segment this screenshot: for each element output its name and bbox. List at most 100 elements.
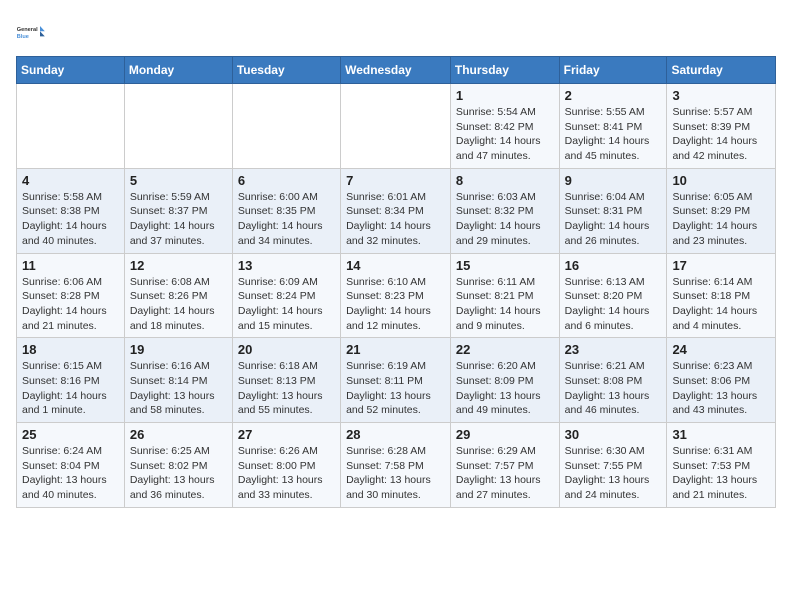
day-info: Sunrise: 6:05 AM Sunset: 8:29 PM Dayligh… (672, 190, 770, 249)
day-number: 9 (565, 173, 662, 188)
calendar-header-row: SundayMondayTuesdayWednesdayThursdayFrid… (17, 57, 776, 84)
calendar-cell: 25 Sunrise: 6:24 AM Sunset: 8:04 PM Dayli… (17, 423, 125, 508)
day-number: 4 (22, 173, 119, 188)
day-number: 11 (22, 258, 119, 273)
calendar-cell: 22 Sunrise: 6:20 AM Sunset: 8:09 PM Dayli… (450, 338, 559, 423)
day-number: 27 (238, 427, 335, 442)
header: GeneralBlue (16, 16, 776, 48)
day-info: Sunrise: 6:08 AM Sunset: 8:26 PM Dayligh… (130, 275, 227, 334)
day-info: Sunrise: 6:20 AM Sunset: 8:09 PM Dayligh… (456, 359, 554, 418)
calendar-cell: 18 Sunrise: 6:15 AM Sunset: 8:16 PM Dayli… (17, 338, 125, 423)
day-number: 29 (456, 427, 554, 442)
day-info: Sunrise: 6:00 AM Sunset: 8:35 PM Dayligh… (238, 190, 335, 249)
header-saturday: Saturday (667, 57, 776, 84)
day-info: Sunrise: 5:58 AM Sunset: 8:38 PM Dayligh… (22, 190, 119, 249)
day-info: Sunrise: 6:19 AM Sunset: 8:11 PM Dayligh… (346, 359, 445, 418)
header-friday: Friday (559, 57, 667, 84)
day-info: Sunrise: 6:01 AM Sunset: 8:34 PM Dayligh… (346, 190, 445, 249)
day-number: 16 (565, 258, 662, 273)
header-monday: Monday (124, 57, 232, 84)
day-info: Sunrise: 6:31 AM Sunset: 7:53 PM Dayligh… (672, 444, 770, 503)
calendar-cell: 3Sunrise: 5:57 AM Sunset: 8:39 PM Daylig… (667, 84, 776, 169)
day-info: Sunrise: 6:30 AM Sunset: 7:55 PM Dayligh… (565, 444, 662, 503)
header-wednesday: Wednesday (341, 57, 451, 84)
calendar-cell: 31 Sunrise: 6:31 AM Sunset: 7:53 PM Dayli… (667, 423, 776, 508)
day-number: 19 (130, 342, 227, 357)
day-number: 6 (238, 173, 335, 188)
day-info: Sunrise: 6:15 AM Sunset: 8:16 PM Dayligh… (22, 359, 119, 418)
day-number: 22 (456, 342, 554, 357)
day-info: Sunrise: 6:26 AM Sunset: 8:00 PM Dayligh… (238, 444, 335, 503)
calendar-cell: 23Sunrise: 6:21 AM Sunset: 8:08 PM Dayli… (559, 338, 667, 423)
header-thursday: Thursday (450, 57, 559, 84)
calendar-cell: 9 Sunrise: 6:04 AM Sunset: 8:31 PM Daylig… (559, 168, 667, 253)
calendar-cell: 20 Sunrise: 6:18 AM Sunset: 8:13 PM Dayli… (232, 338, 340, 423)
calendar-cell: 1Sunrise: 5:54 AM Sunset: 8:42 PM Daylig… (450, 84, 559, 169)
calendar-cell: 4 Sunrise: 5:58 AM Sunset: 8:38 PM Daylig… (17, 168, 125, 253)
day-info: Sunrise: 6:29 AM Sunset: 7:57 PM Dayligh… (456, 444, 554, 503)
day-number: 12 (130, 258, 227, 273)
day-number: 28 (346, 427, 445, 442)
day-number: 26 (130, 427, 227, 442)
calendar-week-row: 11 Sunrise: 6:06 AM Sunset: 8:28 PM Dayli… (17, 253, 776, 338)
day-number: 3 (672, 88, 770, 103)
calendar-week-row: 4 Sunrise: 5:58 AM Sunset: 8:38 PM Daylig… (17, 168, 776, 253)
calendar-cell: 11 Sunrise: 6:06 AM Sunset: 8:28 PM Dayli… (17, 253, 125, 338)
calendar-cell: 19 Sunrise: 6:16 AM Sunset: 8:14 PM Dayli… (124, 338, 232, 423)
day-number: 10 (672, 173, 770, 188)
day-info: Sunrise: 6:04 AM Sunset: 8:31 PM Dayligh… (565, 190, 662, 249)
calendar-cell: 24 Sunrise: 6:23 AM Sunset: 8:06 PM Dayli… (667, 338, 776, 423)
svg-text:General: General (17, 27, 38, 33)
calendar-cell (341, 84, 451, 169)
calendar-week-row: 25 Sunrise: 6:24 AM Sunset: 8:04 PM Dayli… (17, 423, 776, 508)
calendar-week-row: 18 Sunrise: 6:15 AM Sunset: 8:16 PM Dayli… (17, 338, 776, 423)
calendar-cell: 26 Sunrise: 6:25 AM Sunset: 8:02 PM Dayli… (124, 423, 232, 508)
calendar-cell: 16 Sunrise: 6:13 AM Sunset: 8:20 PM Dayli… (559, 253, 667, 338)
day-info: Sunrise: 6:11 AM Sunset: 8:21 PM Dayligh… (456, 275, 554, 334)
calendar-cell (17, 84, 125, 169)
calendar-cell: 2Sunrise: 5:55 AM Sunset: 8:41 PM Daylig… (559, 84, 667, 169)
logo: GeneralBlue (16, 16, 48, 48)
day-info: Sunrise: 6:28 AM Sunset: 7:58 PM Dayligh… (346, 444, 445, 503)
calendar-cell: 5Sunrise: 5:59 AM Sunset: 8:37 PM Daylig… (124, 168, 232, 253)
day-number: 31 (672, 427, 770, 442)
day-info: Sunrise: 6:18 AM Sunset: 8:13 PM Dayligh… (238, 359, 335, 418)
day-info: Sunrise: 6:24 AM Sunset: 8:04 PM Dayligh… (22, 444, 119, 503)
day-number: 25 (22, 427, 119, 442)
logo-icon: GeneralBlue (16, 16, 48, 48)
calendar-cell (232, 84, 340, 169)
calendar-cell: 21Sunrise: 6:19 AM Sunset: 8:11 PM Dayli… (341, 338, 451, 423)
day-info: Sunrise: 6:23 AM Sunset: 8:06 PM Dayligh… (672, 359, 770, 418)
day-info: Sunrise: 6:21 AM Sunset: 8:08 PM Dayligh… (565, 359, 662, 418)
day-number: 8 (456, 173, 554, 188)
day-number: 30 (565, 427, 662, 442)
calendar-cell: 15 Sunrise: 6:11 AM Sunset: 8:21 PM Dayli… (450, 253, 559, 338)
day-number: 15 (456, 258, 554, 273)
day-info: Sunrise: 6:13 AM Sunset: 8:20 PM Dayligh… (565, 275, 662, 334)
day-info: Sunrise: 6:09 AM Sunset: 8:24 PM Dayligh… (238, 275, 335, 334)
day-number: 24 (672, 342, 770, 357)
day-info: Sunrise: 5:55 AM Sunset: 8:41 PM Dayligh… (565, 105, 662, 164)
day-number: 20 (238, 342, 335, 357)
day-number: 17 (672, 258, 770, 273)
day-info: Sunrise: 6:06 AM Sunset: 8:28 PM Dayligh… (22, 275, 119, 334)
day-info: Sunrise: 5:59 AM Sunset: 8:37 PM Dayligh… (130, 190, 227, 249)
day-number: 7 (346, 173, 445, 188)
calendar-cell: 29 Sunrise: 6:29 AM Sunset: 7:57 PM Dayli… (450, 423, 559, 508)
day-info: Sunrise: 6:25 AM Sunset: 8:02 PM Dayligh… (130, 444, 227, 503)
calendar-cell: 13 Sunrise: 6:09 AM Sunset: 8:24 PM Dayli… (232, 253, 340, 338)
day-info: Sunrise: 6:16 AM Sunset: 8:14 PM Dayligh… (130, 359, 227, 418)
calendar-cell: 30 Sunrise: 6:30 AM Sunset: 7:55 PM Dayli… (559, 423, 667, 508)
calendar-cell: 10 Sunrise: 6:05 AM Sunset: 8:29 PM Dayli… (667, 168, 776, 253)
day-number: 18 (22, 342, 119, 357)
calendar-week-row: 1Sunrise: 5:54 AM Sunset: 8:42 PM Daylig… (17, 84, 776, 169)
calendar-cell: 7 Sunrise: 6:01 AM Sunset: 8:34 PM Daylig… (341, 168, 451, 253)
day-info: Sunrise: 6:10 AM Sunset: 8:23 PM Dayligh… (346, 275, 445, 334)
day-info: Sunrise: 5:54 AM Sunset: 8:42 PM Dayligh… (456, 105, 554, 164)
day-number: 14 (346, 258, 445, 273)
day-info: Sunrise: 6:14 AM Sunset: 8:18 PM Dayligh… (672, 275, 770, 334)
day-number: 13 (238, 258, 335, 273)
day-info: Sunrise: 6:03 AM Sunset: 8:32 PM Dayligh… (456, 190, 554, 249)
calendar-cell (124, 84, 232, 169)
calendar-cell: 8 Sunrise: 6:03 AM Sunset: 8:32 PM Daylig… (450, 168, 559, 253)
